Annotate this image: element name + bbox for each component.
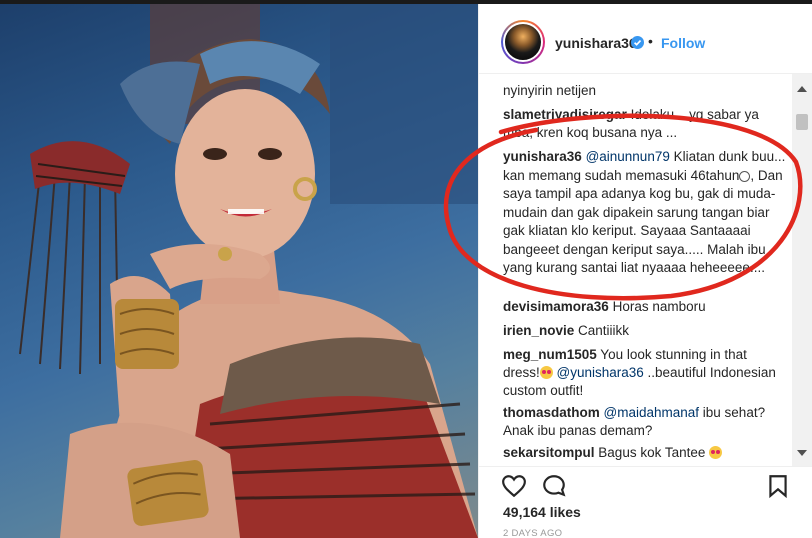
like-count[interactable]: 49,164 likes [503,504,581,520]
portrait-illustration [19,4,478,538]
comment-text: Cantiiikk [574,323,630,338]
comment-item: sekarsitompul Bagus kok Tantee [503,444,787,462]
action-bar [479,466,812,506]
comment-item: thomasdathom @maidahmanaf ibu sehat? Ana… [503,404,787,440]
comment-item: yunishara36 @ainunnun79 Kliatan dunk buu… [503,148,787,278]
comment-username[interactable]: slametriyadisiregar [503,107,627,122]
post-header: yunishara36 • Follow [479,4,812,74]
comment-mention[interactable]: @ainunnun79 [586,149,670,164]
comment-item: irien_novie Cantiiikk [503,322,787,340]
post-photo[interactable] [0,4,478,538]
comment-item: devisimamora36 Horas namboru [503,298,787,316]
comment-text-continued: , Dan saya tampil apa adanya kog bu, gak… [503,167,783,276]
separator-dot: • [648,33,653,49]
comment-item: meg_num1505 You look stunning in that dr… [503,346,787,400]
comment-item: nyinyirin netijen [503,82,787,100]
scroll-down-arrow-icon[interactable] [797,450,807,456]
comment-username[interactable]: devisimamora36 [503,299,609,314]
comment-mention[interactable]: @maidahmanaf [600,405,700,420]
comment-text: Bagus kok Tantee [594,445,706,460]
heart-eyes-emoji-icon [539,366,553,379]
comment-username[interactable]: yunishara36 [503,149,582,164]
comment-username[interactable]: irien_novie [503,323,574,338]
comment-username[interactable]: sekarsitompul [503,445,595,460]
follow-button[interactable]: Follow [661,35,705,51]
post-username[interactable]: yunishara36 [555,35,637,51]
scrollbar-thumb[interactable] [796,114,808,130]
avatar[interactable] [501,20,545,64]
smile-emoji-icon [739,170,751,182]
comment-item: slametriyadisiregar Idolaku .. yg sabar … [503,106,787,142]
comment-mention[interactable]: @yunishara36 [553,365,644,380]
bookmark-icon[interactable] [765,473,791,499]
comment-username[interactable]: meg_num1505 [503,347,597,362]
comment-text: Horas namboru [608,299,706,314]
comment-icon[interactable] [541,473,567,499]
heart-eyes-emoji-icon [709,446,723,459]
verified-badge-icon [631,36,644,49]
comment-text: nyinyirin netijen [503,83,597,98]
scroll-up-arrow-icon[interactable] [797,86,807,92]
comment-username[interactable]: thomasdathom [503,405,600,420]
comment-scrollbar[interactable] [792,74,812,466]
comment-list[interactable]: nyinyirin netijen slametriyadisiregar Id… [479,74,793,466]
post-sidebar: yunishara36 • Follow nyinyirin netijen s… [478,4,812,538]
heart-icon[interactable] [501,473,527,499]
post-timestamp[interactable]: 2 DAYS AGO [503,528,562,538]
